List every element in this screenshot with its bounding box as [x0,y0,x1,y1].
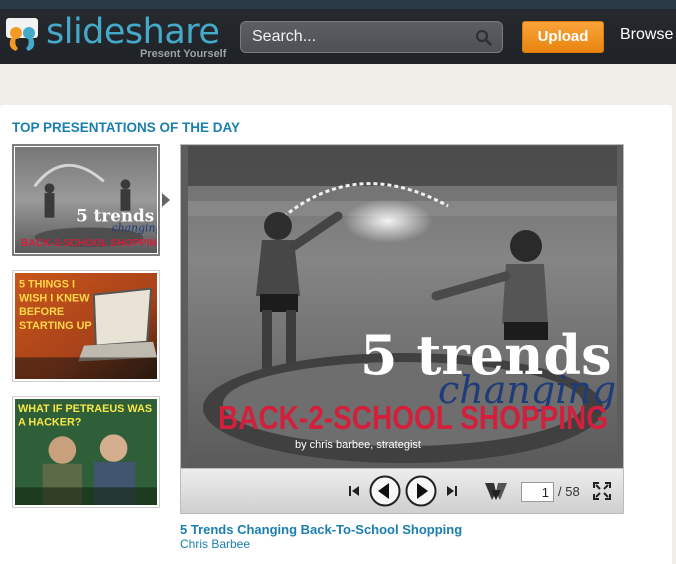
next-slide-button[interactable] [405,475,437,507]
share-icon[interactable] [483,480,509,502]
thumbnail-3-image: WHAT IF PETRAEUS WAS A HACKER? [15,399,157,505]
presentation-title-link[interactable]: 5 Trends Changing Back-To-School Shoppin… [180,522,462,537]
slideshare-logo[interactable]: slideshare Present Yourself [2,10,227,60]
fullscreen-icon[interactable] [593,482,611,500]
slide-byline: by chris barbee, strategist [295,439,421,451]
page-total: / 58 [558,484,580,499]
thumbnail-3-title: WHAT IF PETRAEUS WAS A HACKER? [17,402,153,429]
thumbnail-2-title: 5 THINGS I WISH I KNEW BEFORE STARTING U… [18,278,92,332]
browse-link[interactable]: Browse [620,26,673,44]
player-controls: / 58 [181,468,623,513]
thumbnail-1-line2: changing [112,221,157,234]
logo-wordmark: slideshare [46,12,220,52]
search-box[interactable] [240,21,503,53]
thumbnail-back-to-school[interactable]: 5 trends changing BACK-2-SCHOOL SHOPPING [12,144,160,256]
logo-tagline: Present Yourself [140,48,227,60]
slide-title-line3: BACK-2-SCHOOL SHOPPING [218,399,608,436]
top-navigation-bar: slideshare Present Yourself Upload Brows… [0,0,676,64]
thumbnail-2-image: 5 THINGS I WISH I KNEW BEFORE STARTING U… [15,273,157,379]
page-number-input[interactable] [521,482,554,502]
thumbnail-1-line3: BACK-2-SCHOOL SHOPPING [21,238,157,249]
slideshow-player: 5 trends changing BACK-2-SCHOOL SHOPPING… [180,144,624,514]
current-slide[interactable]: 5 trends changing BACK-2-SCHOOL SHOPPING… [188,146,617,467]
top-presentations-panel: TOP PRESENTATIONS OF THE DAY 5 trends ch… [0,105,672,564]
slide-image: 5 trends changing BACK-2-SCHOOL SHOPPING… [188,146,617,467]
presentation-author-link[interactable]: Chris Barbee [180,537,250,551]
section-title: TOP PRESENTATIONS OF THE DAY [12,120,241,135]
last-slide-icon[interactable] [446,485,458,497]
upload-button[interactable]: Upload [522,21,604,53]
active-thumbnail-arrow-icon [162,193,170,207]
search-icon[interactable] [475,29,492,46]
first-slide-icon[interactable] [348,485,360,497]
thumbnail-startup[interactable]: 5 THINGS I WISH I KNEW BEFORE STARTING U… [12,270,160,382]
thumbnail-petraeus[interactable]: WHAT IF PETRAEUS WAS A HACKER? [12,396,160,508]
previous-slide-button[interactable] [369,475,401,507]
thumbnail-1-image: 5 trends changing BACK-2-SCHOOL SHOPPING [15,147,157,253]
slideshare-logo-icon [6,18,38,51]
search-input[interactable] [241,22,471,52]
